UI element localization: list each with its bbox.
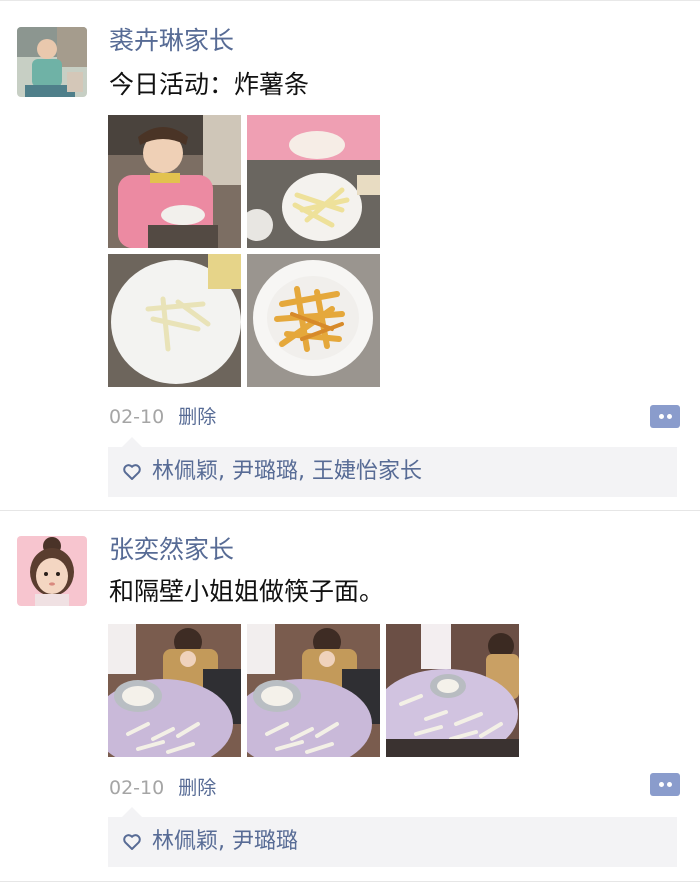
post-divider — [0, 881, 700, 882]
delete-button[interactable]: 删除 — [178, 777, 216, 799]
like-name[interactable]: 林佩颖 — [152, 829, 218, 854]
delete-button[interactable]: 删除 — [178, 406, 216, 428]
photo-child-kneading-dough[interactable] — [108, 115, 241, 248]
post-meta: 02-10 删除 — [109, 773, 216, 803]
avatar[interactable] — [17, 27, 87, 97]
moment-post: 裘卉琳家长 今日活动：炸薯条 02-10 删除 林佩颖, 尹璐璐, 王婕怡家长 — [0, 0, 700, 510]
heart-icon — [123, 834, 141, 850]
photo-table-with-noodles[interactable] — [386, 624, 519, 757]
moment-post: 张奕然家长 和隔壁小姐姐做筷子面。 02-10 删除 林佩颖, 尹璐璐 — [0, 511, 700, 881]
photo-bowl-fried-fries[interactable] — [247, 254, 380, 387]
post-date: 02-10 — [109, 406, 165, 428]
photo-hands-making-fries[interactable] — [247, 115, 380, 248]
post-text: 和隔壁小姐姐做筷子面。 — [109, 577, 385, 606]
like-name[interactable]: 林佩颖 — [152, 459, 218, 484]
moments-feed: 裘卉琳家长 今日活动：炸薯条 02-10 删除 林佩颖, 尹璐璐, 王婕怡家长 … — [0, 0, 700, 891]
likes-panel: 林佩颖, 尹璐璐, 王婕怡家长 — [108, 437, 677, 497]
comment-icon[interactable] — [650, 405, 680, 428]
like-separator: , — [218, 459, 233, 484]
like-separator: , — [298, 459, 313, 484]
likes-panel: 林佩颖, 尹璐璐 — [108, 807, 677, 867]
heart-icon — [123, 464, 141, 480]
author-name[interactable]: 裘卉琳家长 — [109, 24, 234, 58]
like-separator: , — [218, 829, 233, 854]
likes-list: 林佩颖, 尹璐璐, 王婕怡家长 — [152, 447, 422, 497]
avatar[interactable] — [17, 536, 87, 606]
photo-children-making-noodles[interactable] — [108, 624, 241, 757]
photo-children-making-noodles[interactable] — [247, 624, 380, 757]
like-name[interactable]: 王婕怡家长 — [312, 459, 422, 484]
post-date: 02-10 — [109, 777, 165, 799]
comment-icon[interactable] — [650, 773, 680, 796]
post-text: 今日活动：炸薯条 — [109, 70, 310, 99]
photo-plate-raw-potato-strips[interactable] — [108, 254, 241, 387]
like-name[interactable]: 尹璐璐 — [232, 459, 298, 484]
post-meta: 02-10 删除 — [109, 402, 216, 432]
likes-list: 林佩颖, 尹璐璐 — [152, 817, 298, 867]
author-name[interactable]: 张奕然家长 — [109, 533, 234, 567]
like-name[interactable]: 尹璐璐 — [232, 829, 298, 854]
